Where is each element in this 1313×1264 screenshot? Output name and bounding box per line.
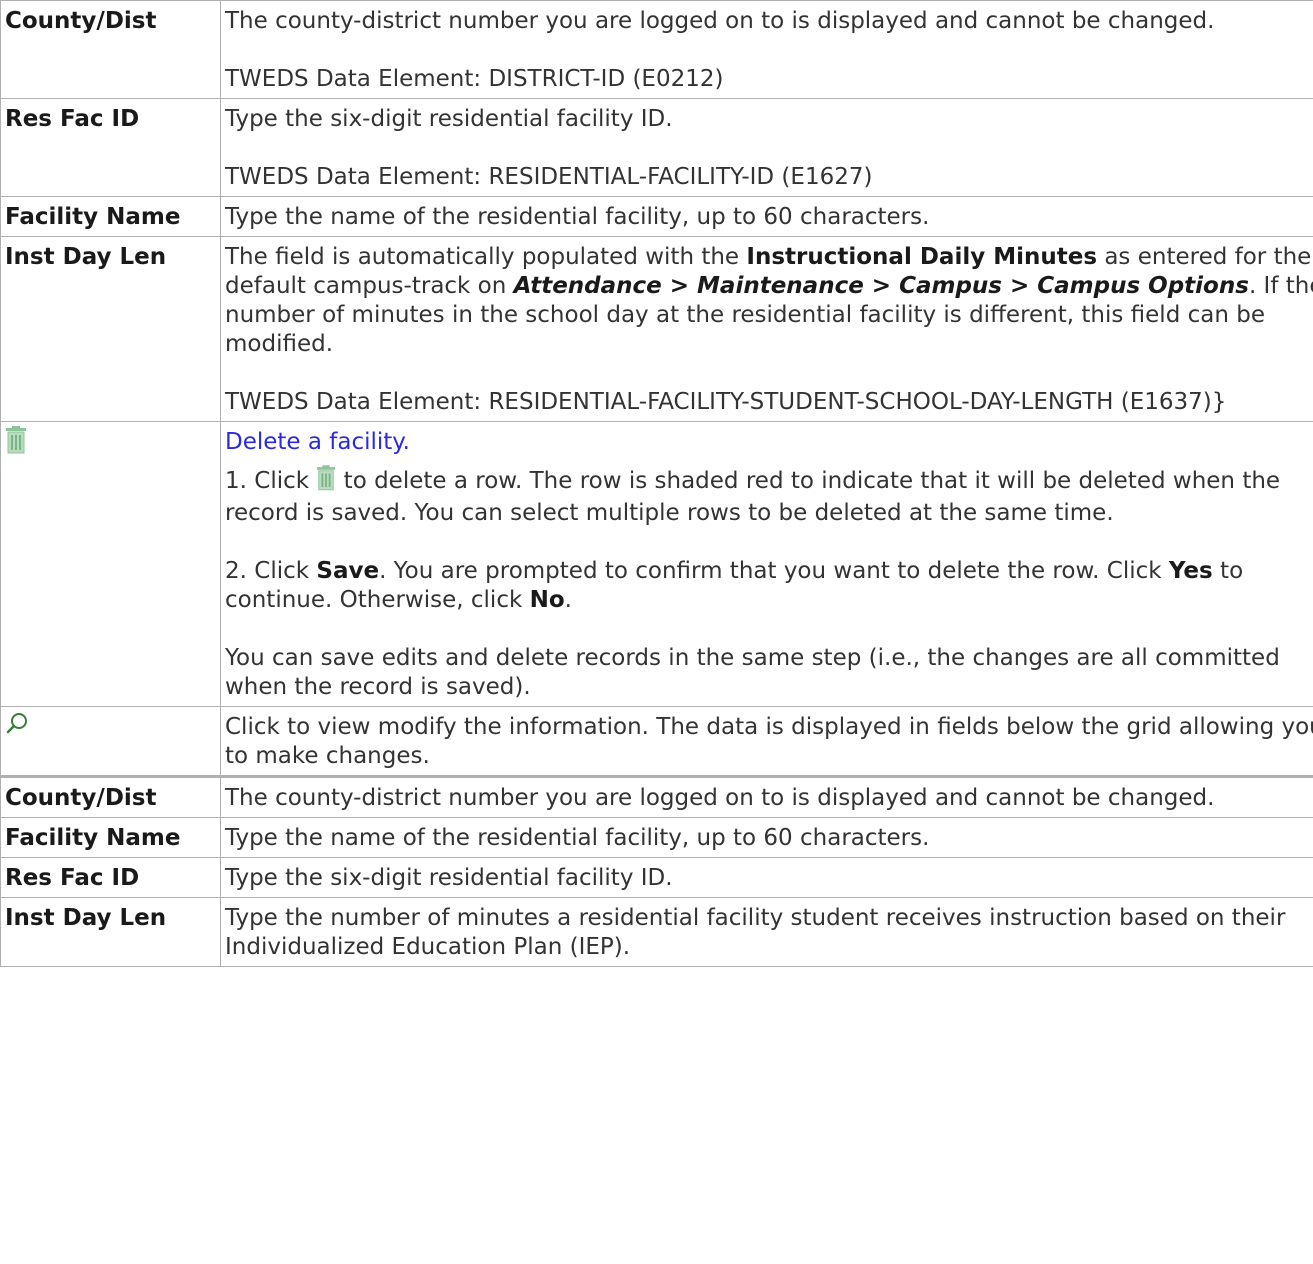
table-row: Facility Name Type the name of the resid… xyxy=(0,196,1313,237)
table-row: Res Fac ID Type the six-digit residentia… xyxy=(0,98,1313,197)
delete-note: You can save edits and delete records in… xyxy=(225,645,1280,700)
field-term: County/Dist xyxy=(0,775,221,818)
field-term: Res Fac ID xyxy=(0,98,221,197)
table-row: Facility Name Type the name of the resid… xyxy=(0,817,1313,858)
table-row: Delete a facility. 1. Click to delete a … xyxy=(0,421,1313,707)
field-term: Inst Day Len xyxy=(0,897,221,967)
delete-description: Delete a facility. 1. Click to delete a … xyxy=(220,421,1313,707)
table-row: Click to view modify the information. Th… xyxy=(0,706,1313,777)
delete-facility-link[interactable]: Delete a facility. xyxy=(225,429,410,455)
field-definitions-table: County/Dist The county-district number y… xyxy=(0,0,1313,967)
field-term: Res Fac ID xyxy=(0,857,221,898)
field-description: The county-district number you are logge… xyxy=(220,775,1313,818)
field-description: Type the number of minutes a residential… xyxy=(220,897,1313,967)
delete-icon-cell xyxy=(0,421,221,707)
table-row: Res Fac ID Type the six-digit residentia… xyxy=(0,857,1313,898)
field-term: Facility Name xyxy=(0,817,221,858)
table-row: County/Dist The county-district number y… xyxy=(0,0,1313,99)
field-term: Facility Name xyxy=(0,196,221,237)
search-icon[interactable] xyxy=(5,711,29,743)
menu-path: Attendance > Maintenance > Campus > Camp… xyxy=(513,273,1249,299)
field-term: Inst Day Len xyxy=(0,236,221,422)
view-icon-cell xyxy=(0,706,221,777)
trash-icon[interactable] xyxy=(5,426,27,462)
table-row: County/Dist The county-district number y… xyxy=(0,775,1313,818)
tweds-note: TWEDS Data Element: RESIDENTIAL-FACILITY… xyxy=(225,164,873,190)
view-description: Click to view modify the information. Th… xyxy=(220,706,1313,777)
tweds-note: TWEDS Data Element: RESIDENTIAL-FACILITY… xyxy=(225,389,1227,415)
table-row: Inst Day Len Type the number of minutes … xyxy=(0,897,1313,967)
tweds-note: TWEDS Data Element: DISTRICT-ID (E0212) xyxy=(225,66,724,92)
field-term: County/Dist xyxy=(0,0,221,99)
field-description: The county-district number you are logge… xyxy=(220,0,1313,99)
table-row: Inst Day Len The field is automatically … xyxy=(0,236,1313,422)
trash-icon xyxy=(316,465,336,499)
field-description: Type the six-digit residential facility … xyxy=(220,857,1313,898)
field-description: Type the name of the residential facilit… xyxy=(220,196,1313,237)
field-description: The field is automatically populated wit… xyxy=(220,236,1313,422)
field-description: Type the six-digit residential facility … xyxy=(220,98,1313,197)
field-description: Type the name of the residential facilit… xyxy=(220,817,1313,858)
